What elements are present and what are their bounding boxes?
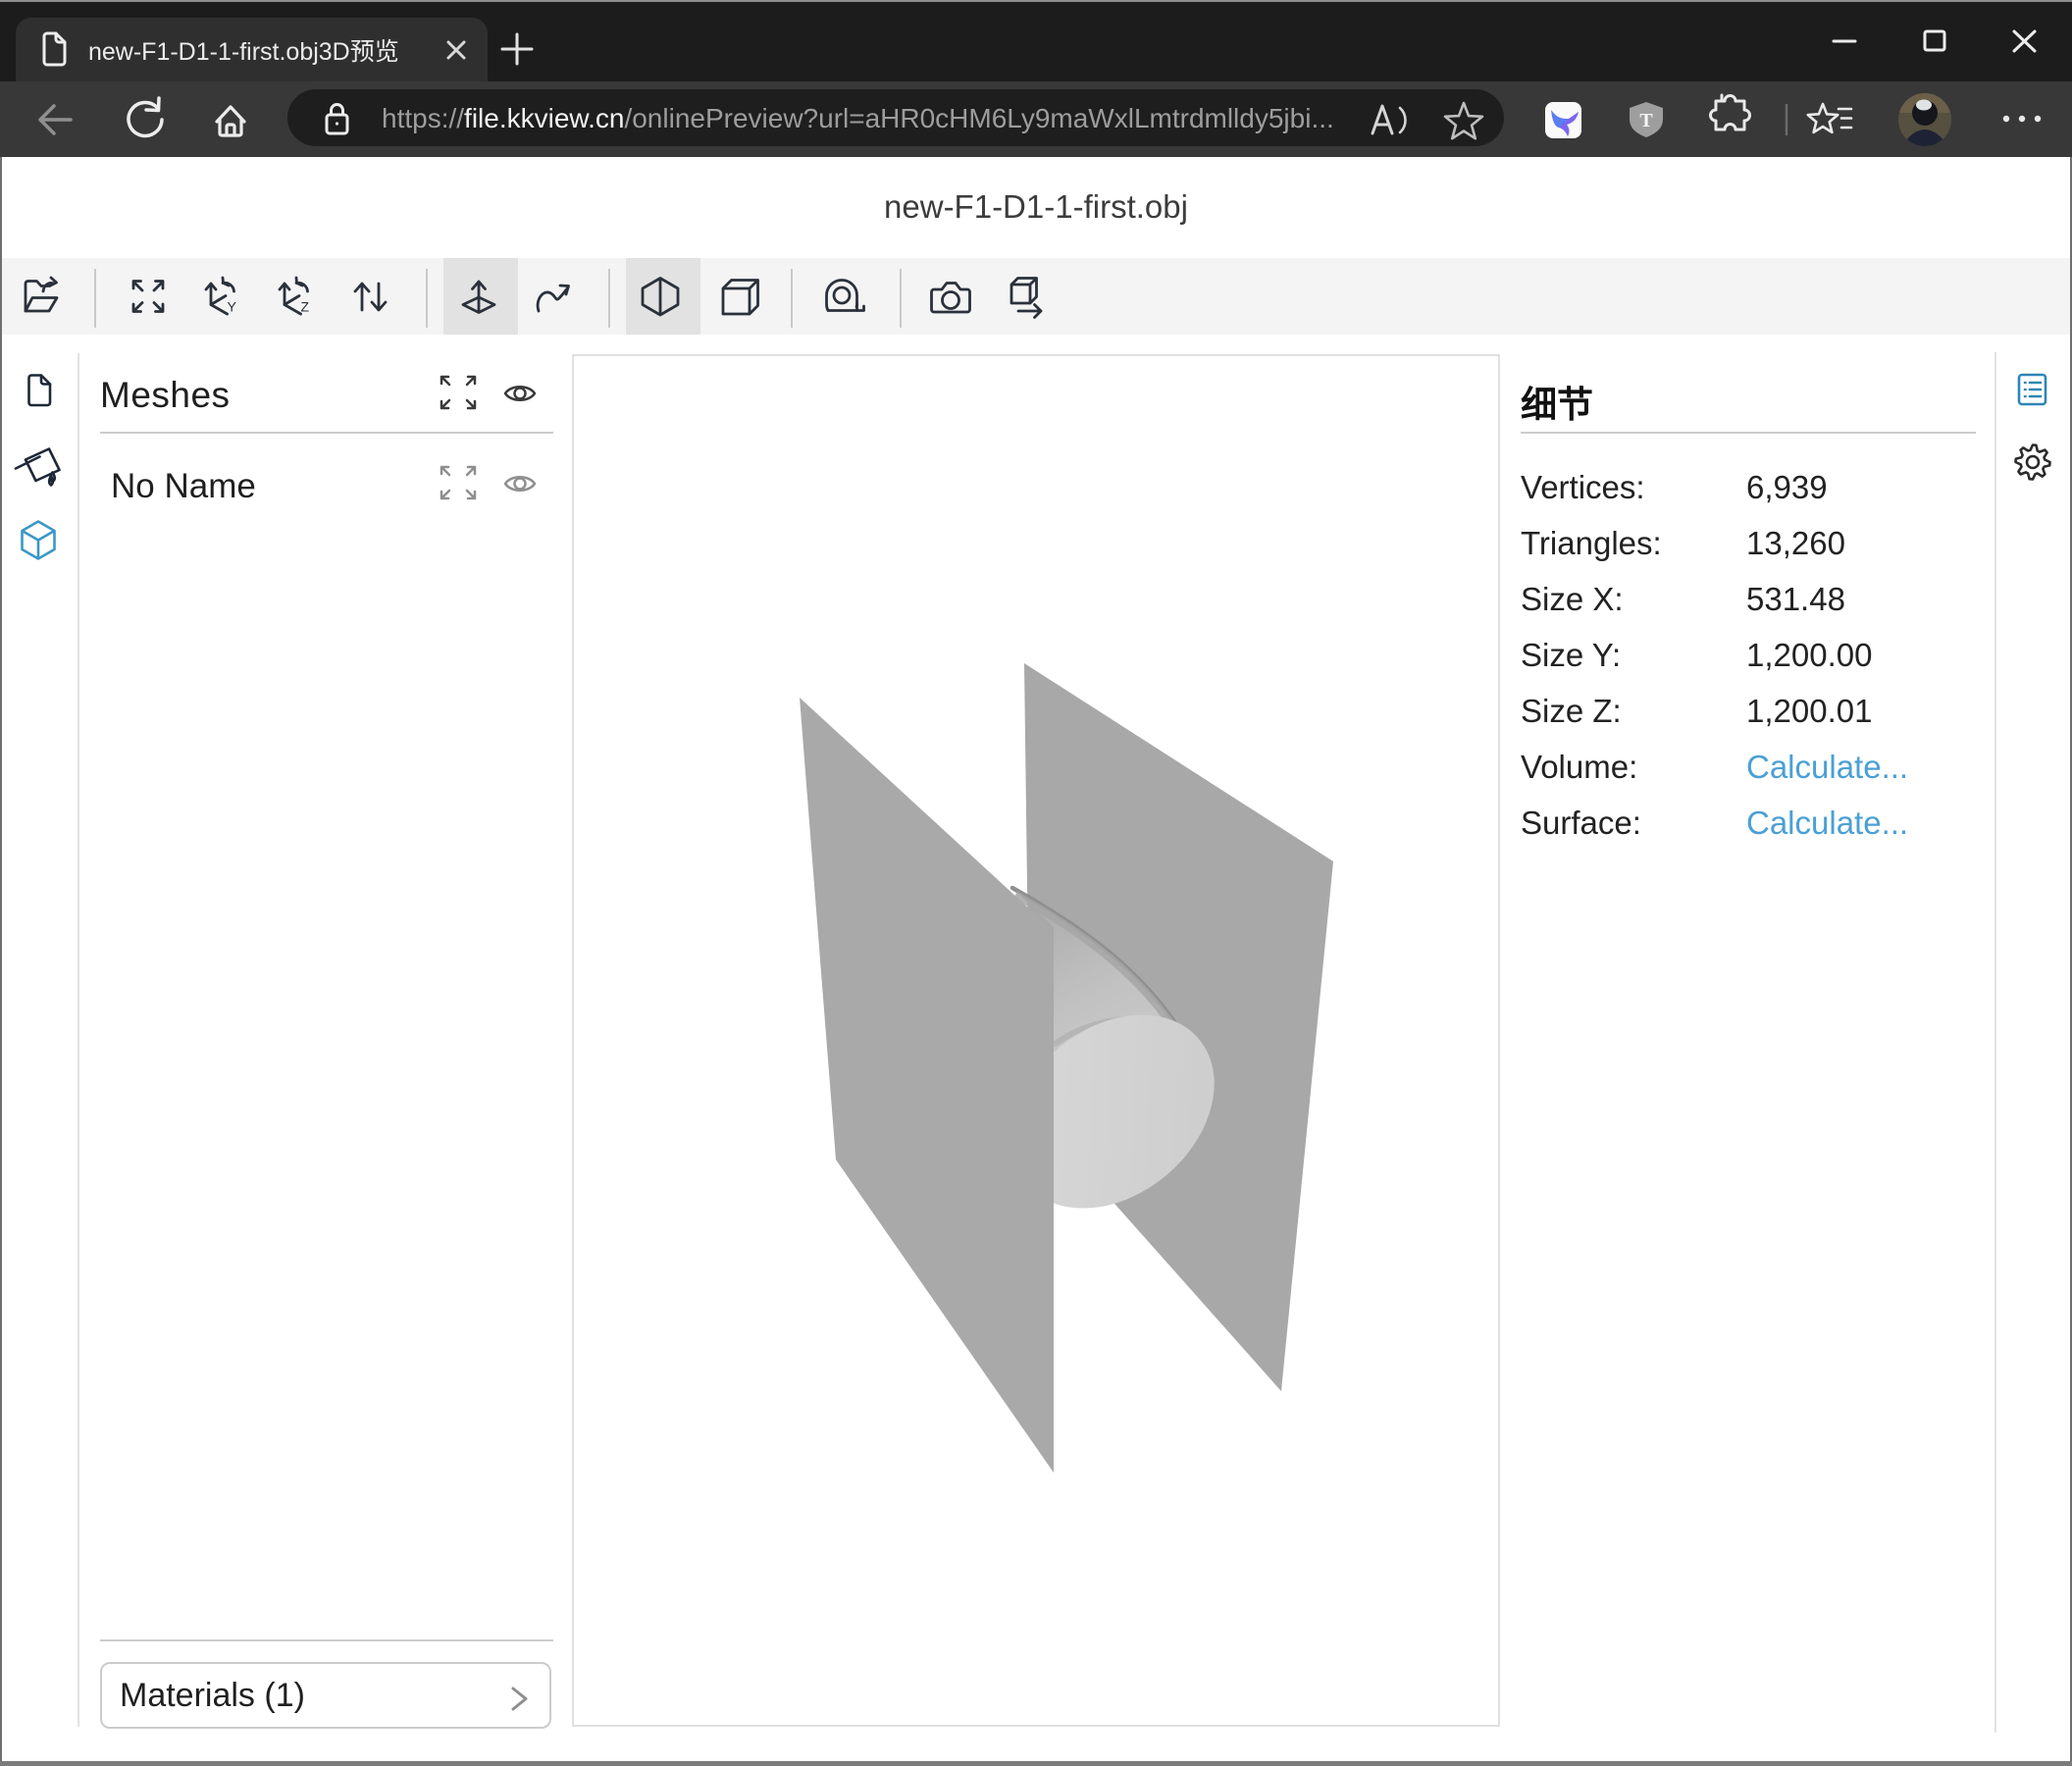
svg-text:Z: Z: [301, 299, 310, 315]
svg-text:Y: Y: [228, 299, 237, 315]
